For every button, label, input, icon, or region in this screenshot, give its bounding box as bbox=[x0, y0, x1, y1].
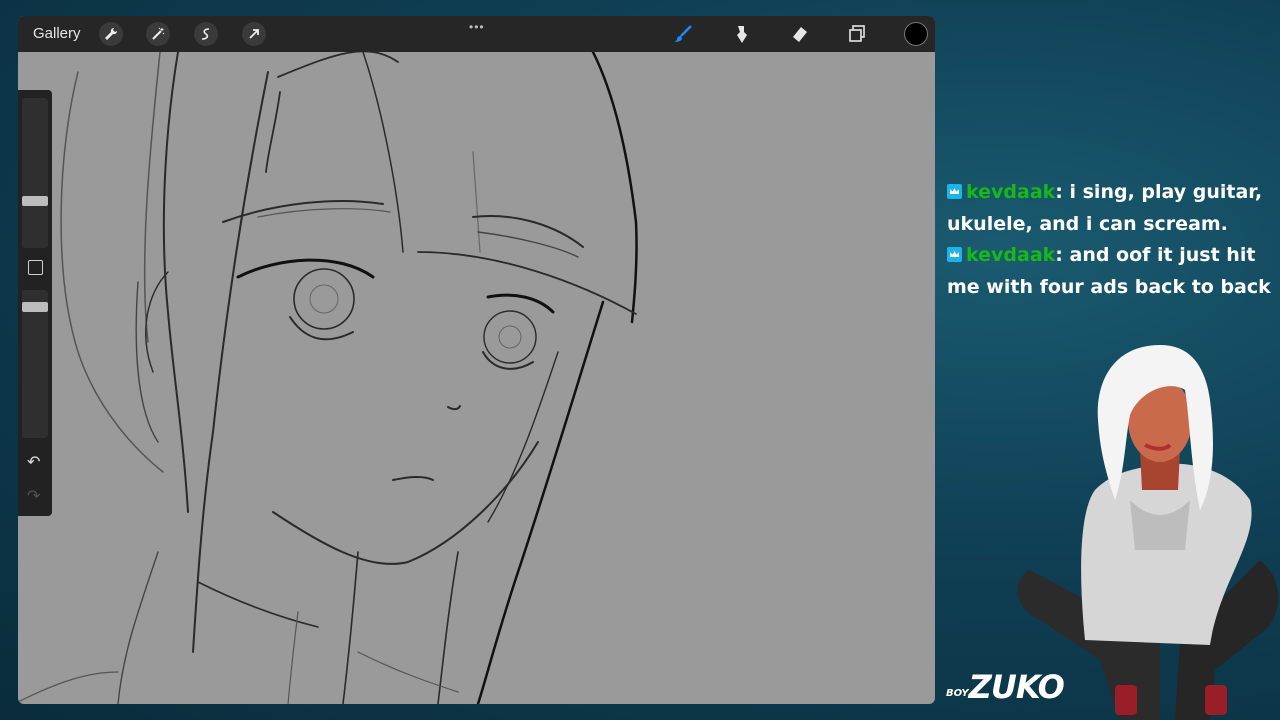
drawing-canvas[interactable] bbox=[18, 52, 935, 704]
crown-badge-icon bbox=[947, 184, 962, 199]
wrench-icon[interactable] bbox=[99, 22, 123, 46]
toolbar-grip-icon[interactable]: ••• bbox=[469, 20, 485, 34]
crown-badge-icon bbox=[947, 247, 962, 262]
layers-icon[interactable] bbox=[844, 22, 870, 46]
selection-icon[interactable] bbox=[194, 22, 218, 46]
brush-size-thumb[interactable] bbox=[22, 196, 48, 206]
smudge-icon[interactable] bbox=[728, 22, 754, 46]
procreate-app: Gallery ••• ↶ ↷ bbox=[18, 16, 935, 704]
channel-logo: BOYZUKO bbox=[946, 668, 1065, 706]
chat-message: kevdaak: i sing, play guitar, ukulele, a… bbox=[947, 177, 1277, 240]
magic-wand-icon[interactable] bbox=[146, 22, 170, 46]
brush-sidebar: ↶ ↷ bbox=[18, 90, 52, 516]
gallery-button[interactable]: Gallery bbox=[33, 25, 81, 42]
brush-size-slider[interactable] bbox=[22, 98, 48, 248]
color-picker-button[interactable] bbox=[904, 22, 928, 46]
chat-message: kevdaak: and oof it just hit me with fou… bbox=[947, 240, 1277, 303]
chat-overlay: kevdaak: i sing, play guitar, ukulele, a… bbox=[947, 177, 1277, 303]
opacity-slider[interactable] bbox=[22, 290, 48, 438]
redo-icon[interactable]: ↷ bbox=[27, 486, 40, 506]
modify-button[interactable] bbox=[28, 260, 43, 275]
undo-icon[interactable]: ↶ bbox=[27, 452, 40, 472]
eraser-icon[interactable] bbox=[786, 22, 812, 46]
brush-icon[interactable] bbox=[670, 22, 696, 46]
move-arrow-icon[interactable] bbox=[242, 22, 266, 46]
top-toolbar: Gallery ••• bbox=[18, 16, 935, 52]
chat-username: kevdaak bbox=[966, 244, 1056, 266]
streamer-avatar bbox=[1017, 345, 1279, 720]
opacity-thumb[interactable] bbox=[22, 302, 48, 312]
chat-username: kevdaak bbox=[966, 181, 1056, 203]
